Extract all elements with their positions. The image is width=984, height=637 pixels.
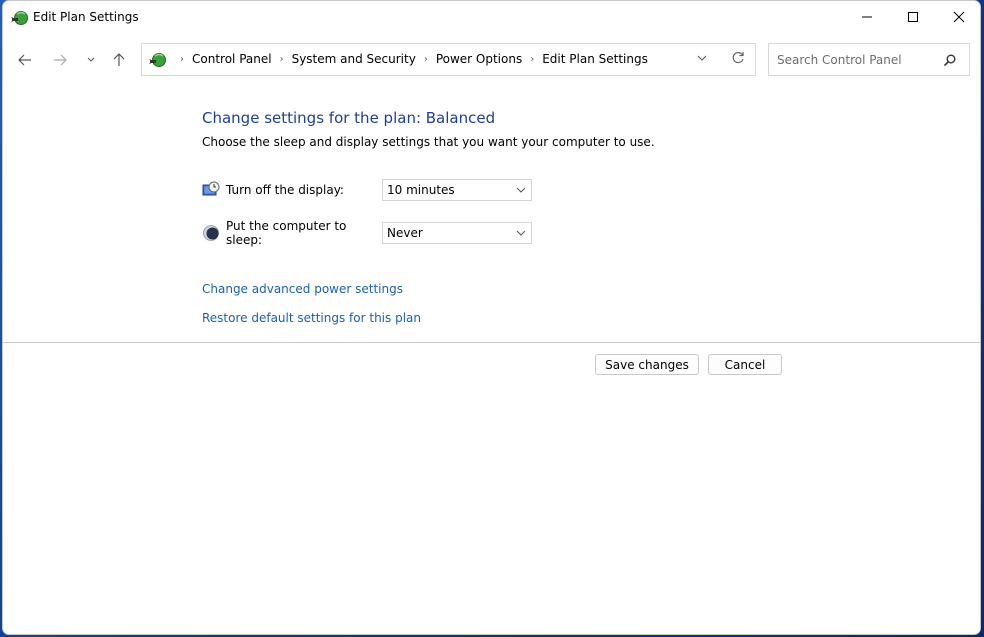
save-changes-button[interactable]: Save changes (595, 354, 699, 375)
refresh-icon (732, 51, 744, 64)
window: Edit Plan Settings › Control Panel › Sys… (2, 0, 981, 635)
close-button[interactable] (936, 1, 980, 33)
chevron-down-icon (697, 55, 707, 61)
breadcrumb-power-options[interactable]: Power Options (436, 52, 522, 66)
sleep-timeout-value: Never (387, 226, 423, 240)
arrow-left-icon (18, 54, 31, 66)
monitor-clock-icon (202, 181, 220, 199)
breadcrumb-separator: › (423, 53, 428, 65)
control-panel-icon (149, 51, 167, 69)
maximize-button[interactable] (890, 1, 936, 33)
search-input[interactable] (769, 52, 934, 67)
breadcrumb-separator: › (530, 53, 535, 65)
moon-icon (202, 224, 220, 242)
maximize-icon (908, 12, 918, 22)
chevron-down-icon (87, 57, 95, 62)
breadcrumb: › Control Panel › System and Security › … (172, 52, 648, 66)
chevron-down-icon (516, 187, 526, 193)
back-button[interactable] (13, 49, 37, 71)
search-icon[interactable] (943, 53, 957, 70)
arrow-up-icon (113, 53, 125, 66)
sleep-setting-row: Put the computer to sleep: Never (202, 219, 532, 247)
close-icon (953, 11, 965, 23)
recent-locations-button[interactable] (79, 49, 103, 71)
power-options-icon (11, 9, 29, 27)
display-timeout-select[interactable]: 10 minutes (382, 179, 532, 201)
refresh-button[interactable] (731, 51, 745, 68)
breadcrumb-separator: › (279, 53, 284, 65)
search-box[interactable] (768, 43, 970, 76)
address-bar[interactable]: › Control Panel › System and Security › … (141, 43, 756, 76)
navigation-bar: › Control Panel › System and Security › … (3, 43, 980, 77)
forward-button[interactable] (48, 49, 72, 71)
divider (3, 342, 980, 343)
minimize-icon (862, 16, 872, 18)
minimize-button[interactable] (844, 1, 890, 33)
breadcrumb-edit-plan-settings[interactable]: Edit Plan Settings (542, 52, 648, 66)
display-setting-label: Turn off the display: (226, 183, 344, 197)
arrow-right-icon (54, 54, 67, 66)
display-setting-row: Turn off the display: 10 minutes (202, 179, 532, 201)
sleep-setting-label: Put the computer to sleep: (226, 219, 347, 247)
address-dropdown-button[interactable] (697, 52, 707, 66)
cancel-button[interactable]: Cancel (708, 354, 782, 375)
title-bar[interactable]: Edit Plan Settings (3, 1, 980, 35)
display-timeout-value: 10 minutes (387, 183, 455, 197)
breadcrumb-system-and-security[interactable]: System and Security (292, 52, 416, 66)
page-title: Change settings for the plan: Balanced (202, 109, 496, 127)
sleep-timeout-select[interactable]: Never (382, 222, 532, 244)
chevron-down-icon (516, 230, 526, 236)
advanced-power-settings-link[interactable]: Change advanced power settings (202, 282, 403, 296)
up-button[interactable] (107, 49, 131, 71)
breadcrumb-control-panel[interactable]: Control Panel (192, 52, 272, 66)
page-description: Choose the sleep and display settings th… (202, 135, 655, 149)
restore-defaults-link[interactable]: Restore default settings for this plan (202, 311, 421, 325)
breadcrumb-separator: › (180, 53, 184, 65)
window-title: Edit Plan Settings (33, 10, 139, 24)
